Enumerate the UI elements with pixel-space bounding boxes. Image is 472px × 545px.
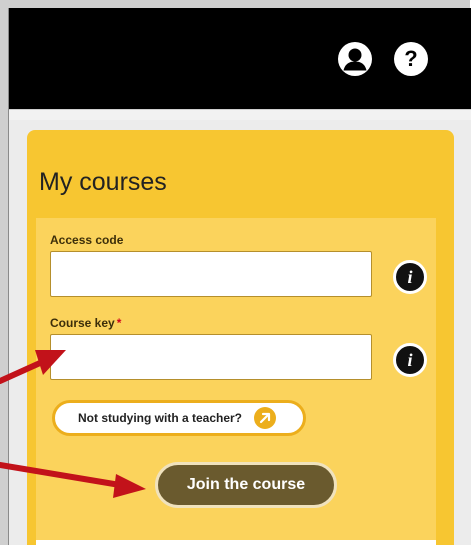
screenshot-frame: ? My courses Access code i Course key * i	[0, 0, 471, 545]
info-glyph: i	[407, 350, 413, 370]
card-title: My courses	[39, 168, 167, 196]
my-courses-card: My courses Access code i Course key * i N…	[27, 130, 454, 545]
card-bottom-strip	[36, 540, 436, 545]
help-icon[interactable]: ?	[394, 42, 428, 76]
header-divider	[9, 109, 471, 120]
user-glyph	[343, 48, 367, 71]
required-marker: *	[116, 316, 122, 330]
join-course-label: Join the course	[186, 476, 306, 493]
top-bar: ?	[9, 8, 471, 109]
course-key-label-text: Course key	[50, 316, 115, 330]
access-code-field[interactable]	[50, 251, 372, 297]
access-code-info-icon[interactable]: i	[393, 260, 427, 294]
course-key-field[interactable]	[50, 334, 372, 380]
join-course-form: Access code i Course key * i Not studying…	[36, 218, 436, 540]
app-window: ? My courses Access code i Course key * i	[8, 8, 471, 545]
not-studying-with-teacher-button[interactable]: Not studying with a teacher?	[52, 400, 306, 436]
user-icon[interactable]	[338, 42, 372, 76]
join-course-button[interactable]: Join the course	[155, 462, 337, 508]
course-key-label: Course key *	[50, 316, 121, 330]
arrow-up-right-icon	[254, 407, 277, 429]
help-glyph: ?	[404, 46, 418, 71]
not-studying-label: Not studying with a teacher?	[78, 411, 243, 425]
course-key-info-icon[interactable]: i	[393, 343, 427, 377]
info-glyph: i	[407, 267, 413, 287]
access-code-label: Access code	[50, 233, 124, 247]
